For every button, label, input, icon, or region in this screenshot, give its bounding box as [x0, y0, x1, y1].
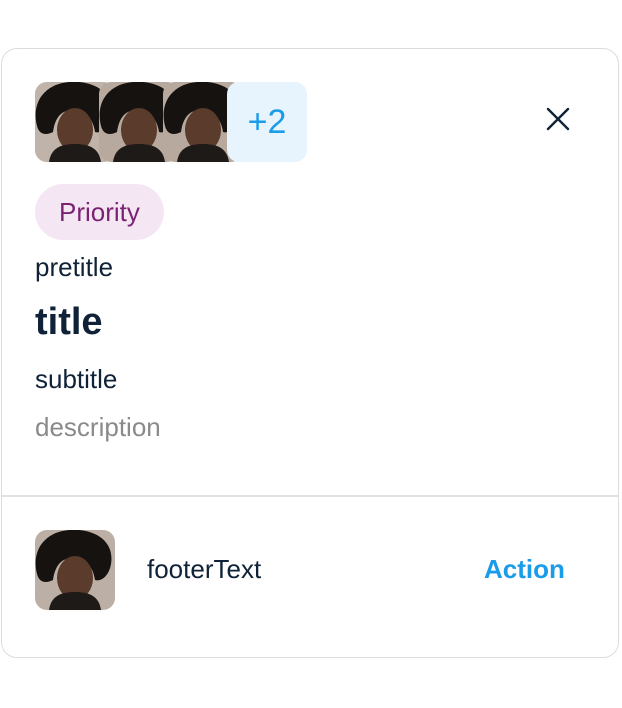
close-button[interactable] [536, 97, 580, 141]
more-avatars-count[interactable]: +2 [227, 82, 307, 162]
pretitle: pretitle [35, 252, 114, 282]
footer-text: footerText [147, 554, 262, 584]
priority-badge: Priority [35, 184, 164, 240]
card-title: title [35, 301, 103, 343]
action-button[interactable]: Action [484, 554, 565, 585]
card: +2 Priority pretitle title subtitle desc… [1, 48, 619, 658]
card-description: description [35, 412, 161, 442]
divider [2, 495, 618, 497]
card-subtitle: subtitle [35, 364, 118, 394]
footer-avatar[interactable] [35, 530, 115, 610]
close-icon [546, 107, 570, 131]
